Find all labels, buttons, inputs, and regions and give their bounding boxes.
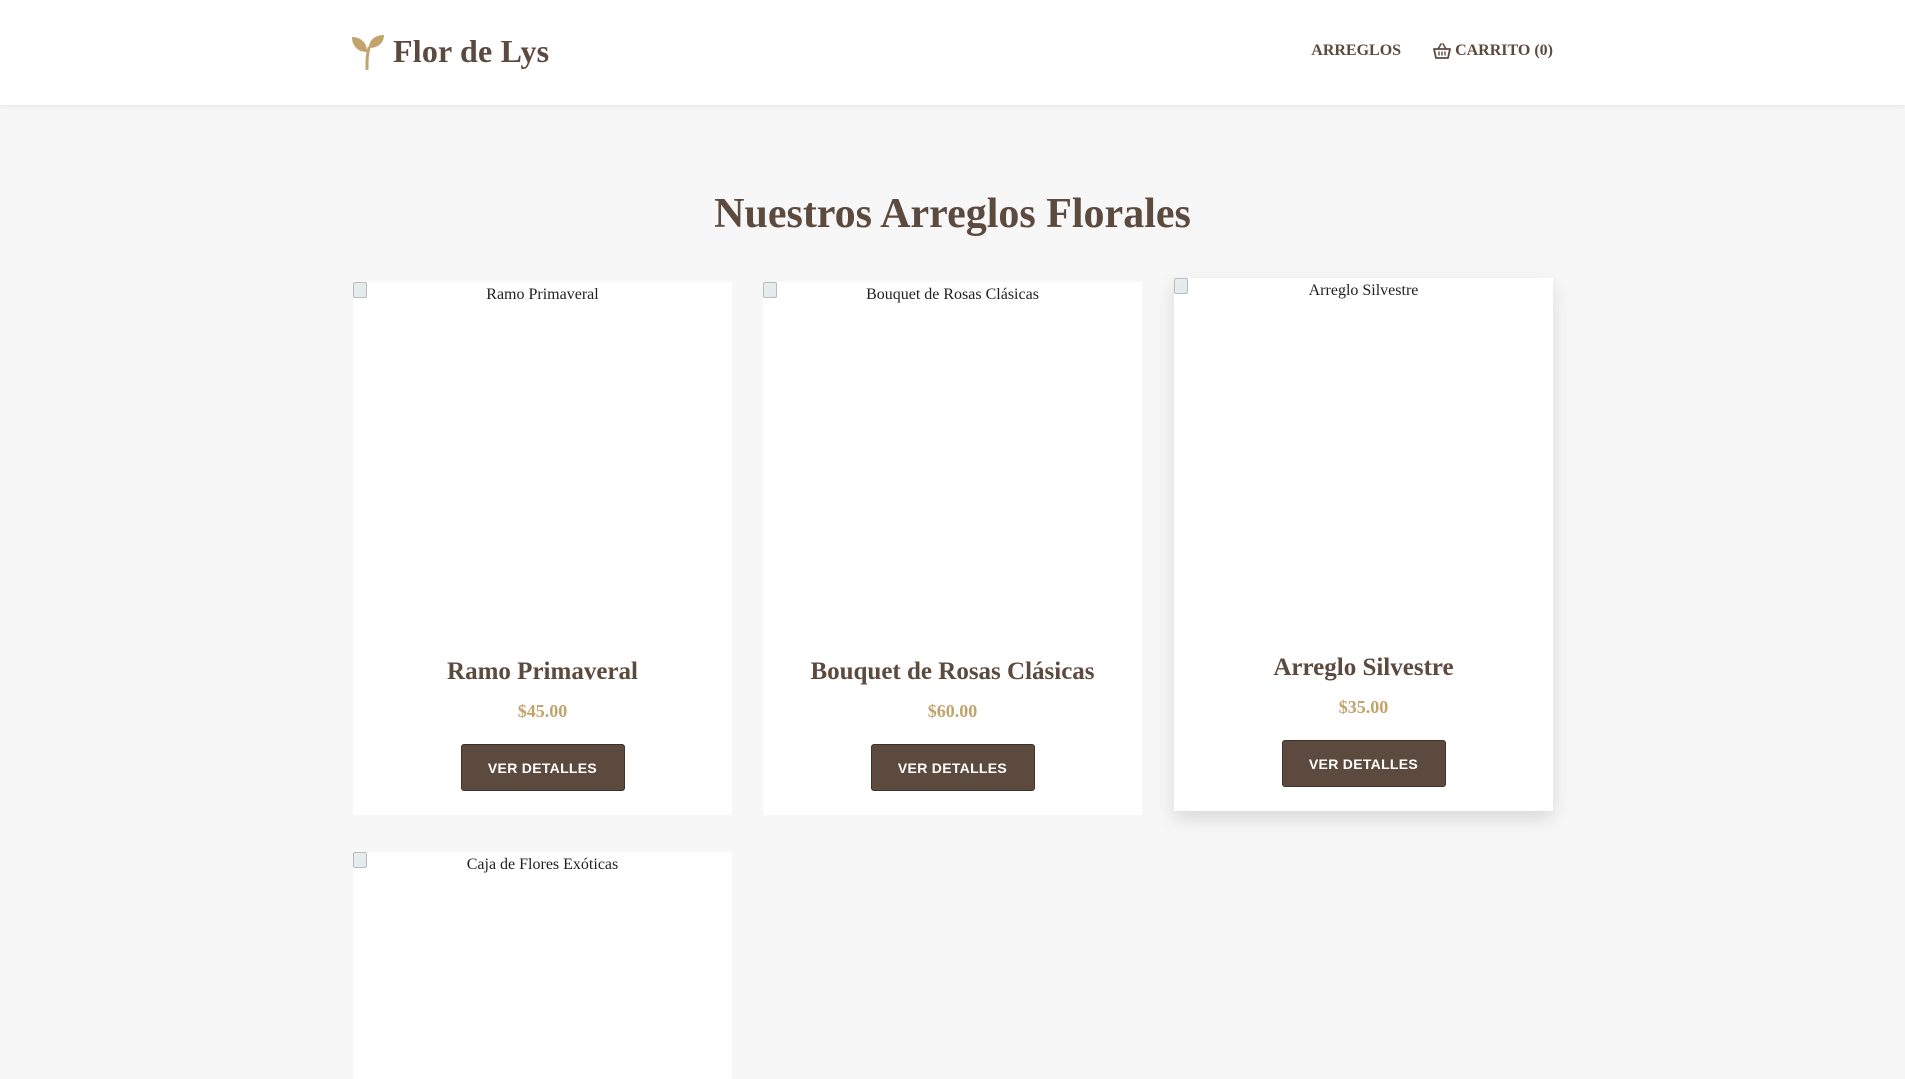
product-card-body: Arreglo Silvestre $35.00 VER DETALLES [1174,633,1553,811]
product-card: Ramo Primaveral Ramo Primaveral $45.00 V… [353,282,732,815]
main-nav: ARREGLOS CARRITO (0) [1311,42,1553,60]
product-card: Bouquet de Rosas Clásicas Bouquet de Ros… [763,282,1142,815]
product-card: Caja de Flores Exóticas [353,852,732,1079]
product-image[interactable]: Arreglo Silvestre [1174,278,1553,633]
product-card-body: Bouquet de Rosas Clásicas $60.00 VER DET… [763,637,1142,815]
product-image[interactable]: Bouquet de Rosas Clásicas [763,282,1142,637]
site-header: Flor de Lys ARREGLOS CARRITO (0) [0,0,1905,105]
image-alt-text: Ramo Primaveral [486,286,599,303]
sprout-icon [352,34,384,70]
page-title: Nuestros Arreglos Florales [714,191,1191,237]
broken-image-icon [353,852,367,868]
nav-arreglos-link[interactable]: ARREGLOS [1311,42,1401,60]
product-card: Arreglo Silvestre Arreglo Silvestre $35.… [1174,278,1553,811]
product-name: Arreglo Silvestre [1273,654,1454,681]
cart-label: CARRITO (0) [1455,42,1553,59]
product-price: $45.00 [517,701,568,721]
product-price: $60.00 [927,701,978,721]
nav-cart-link[interactable]: CARRITO (0) [1433,42,1553,60]
product-image[interactable]: Caja de Flores Exóticas [353,852,732,1079]
product-image[interactable]: Ramo Primaveral [353,282,732,637]
product-name: Ramo Primaveral [447,658,638,685]
view-details-button[interactable]: VER DETALLES [460,744,625,791]
image-alt-text: Arreglo Silvestre [1308,282,1419,299]
view-details-button[interactable]: VER DETALLES [1281,740,1446,787]
basket-icon [1433,43,1451,59]
broken-image-icon [763,282,777,298]
brand-logo-link[interactable]: Flor de Lys [351,33,549,70]
brand-name: Flor de Lys [393,33,550,69]
broken-image-icon [1174,278,1188,294]
product-name: Bouquet de Rosas Clásicas [810,658,1095,685]
image-alt-text: Caja de Flores Exóticas [466,856,619,873]
product-price: $35.00 [1338,697,1389,717]
view-details-button[interactable]: VER DETALLES [870,744,1035,791]
image-alt-text: Bouquet de Rosas Clásicas [866,286,1039,303]
product-card-body: Ramo Primaveral $45.00 VER DETALLES [353,637,732,815]
broken-image-icon [353,282,367,298]
